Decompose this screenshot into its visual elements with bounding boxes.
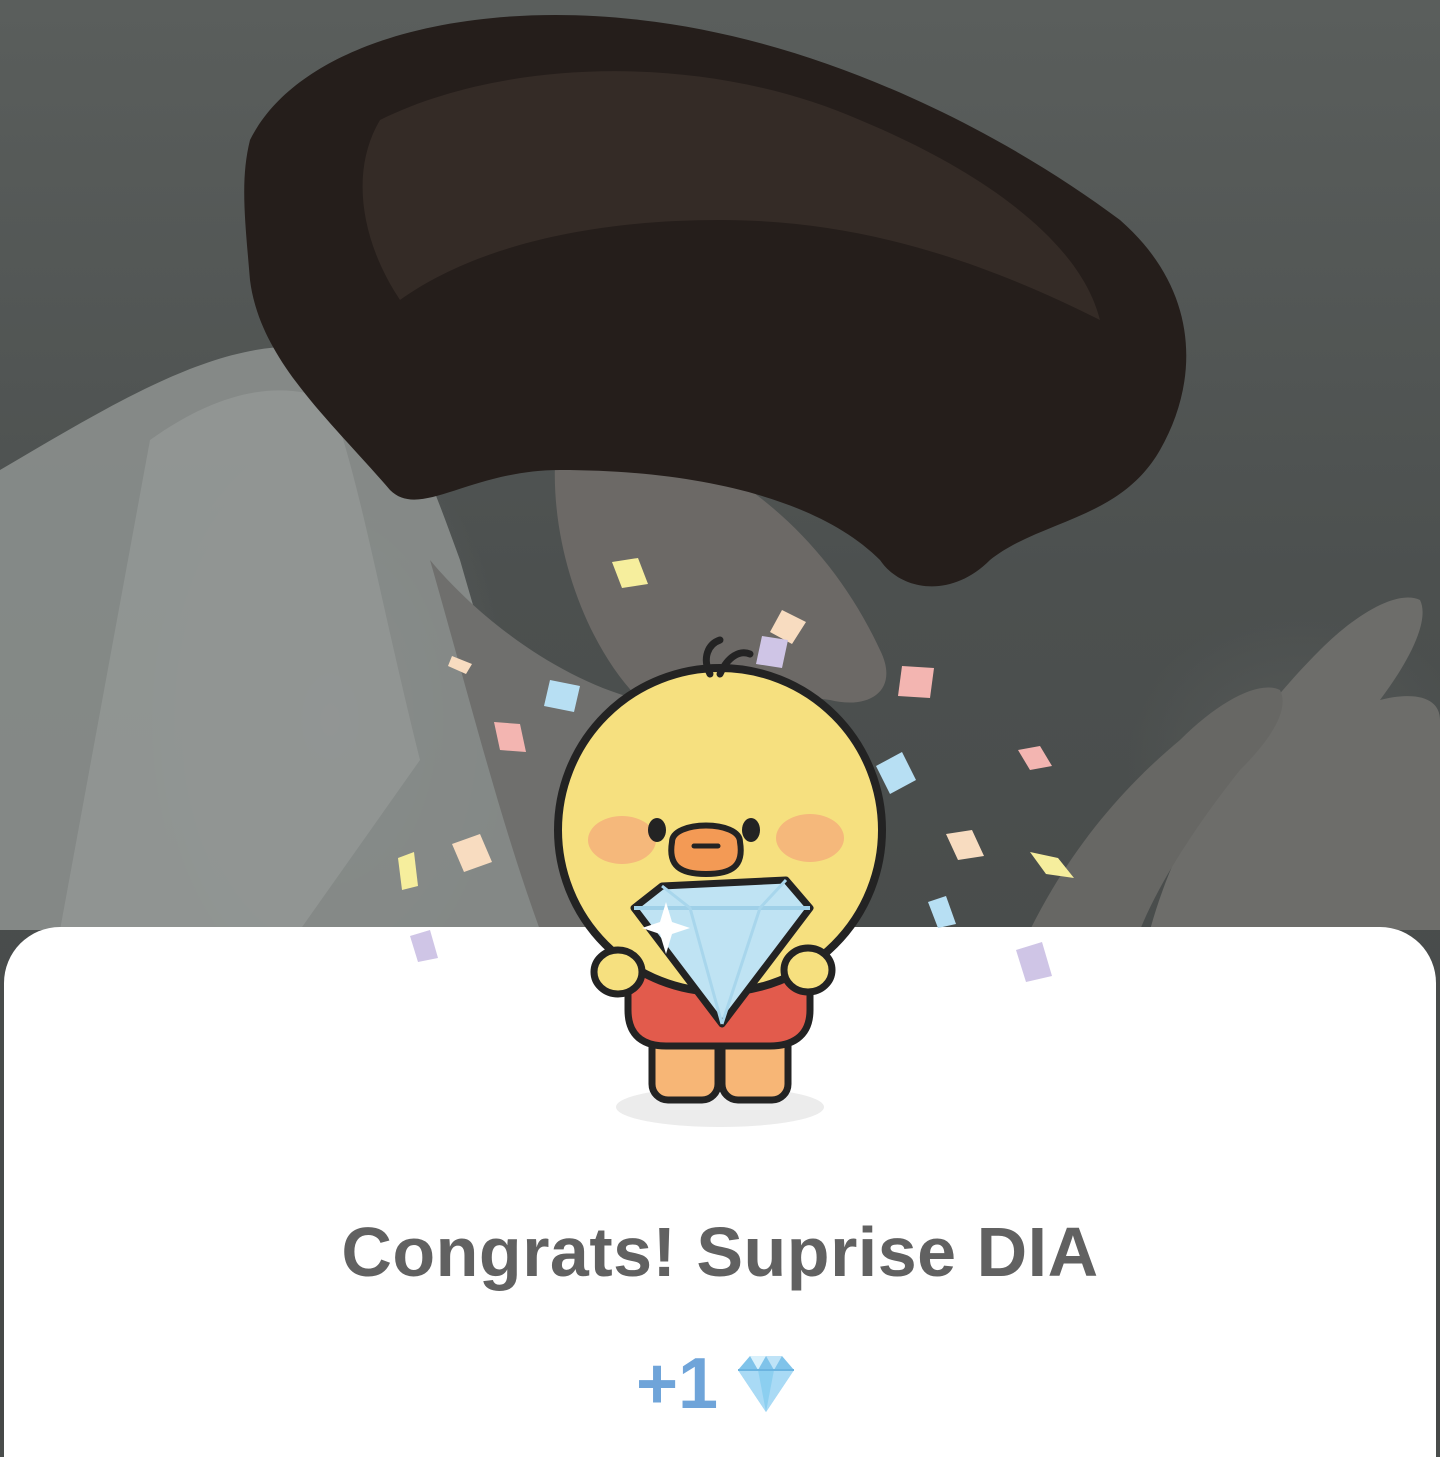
duck-holding-diamond-illustration: [398, 558, 1074, 1127]
reward-row: +1: [0, 1348, 1440, 1420]
reward-amount: +1: [635, 1344, 719, 1424]
reward-title: Congrats! Suprise DIA: [341, 1213, 1099, 1291]
diamond-icon: [738, 1356, 795, 1412]
